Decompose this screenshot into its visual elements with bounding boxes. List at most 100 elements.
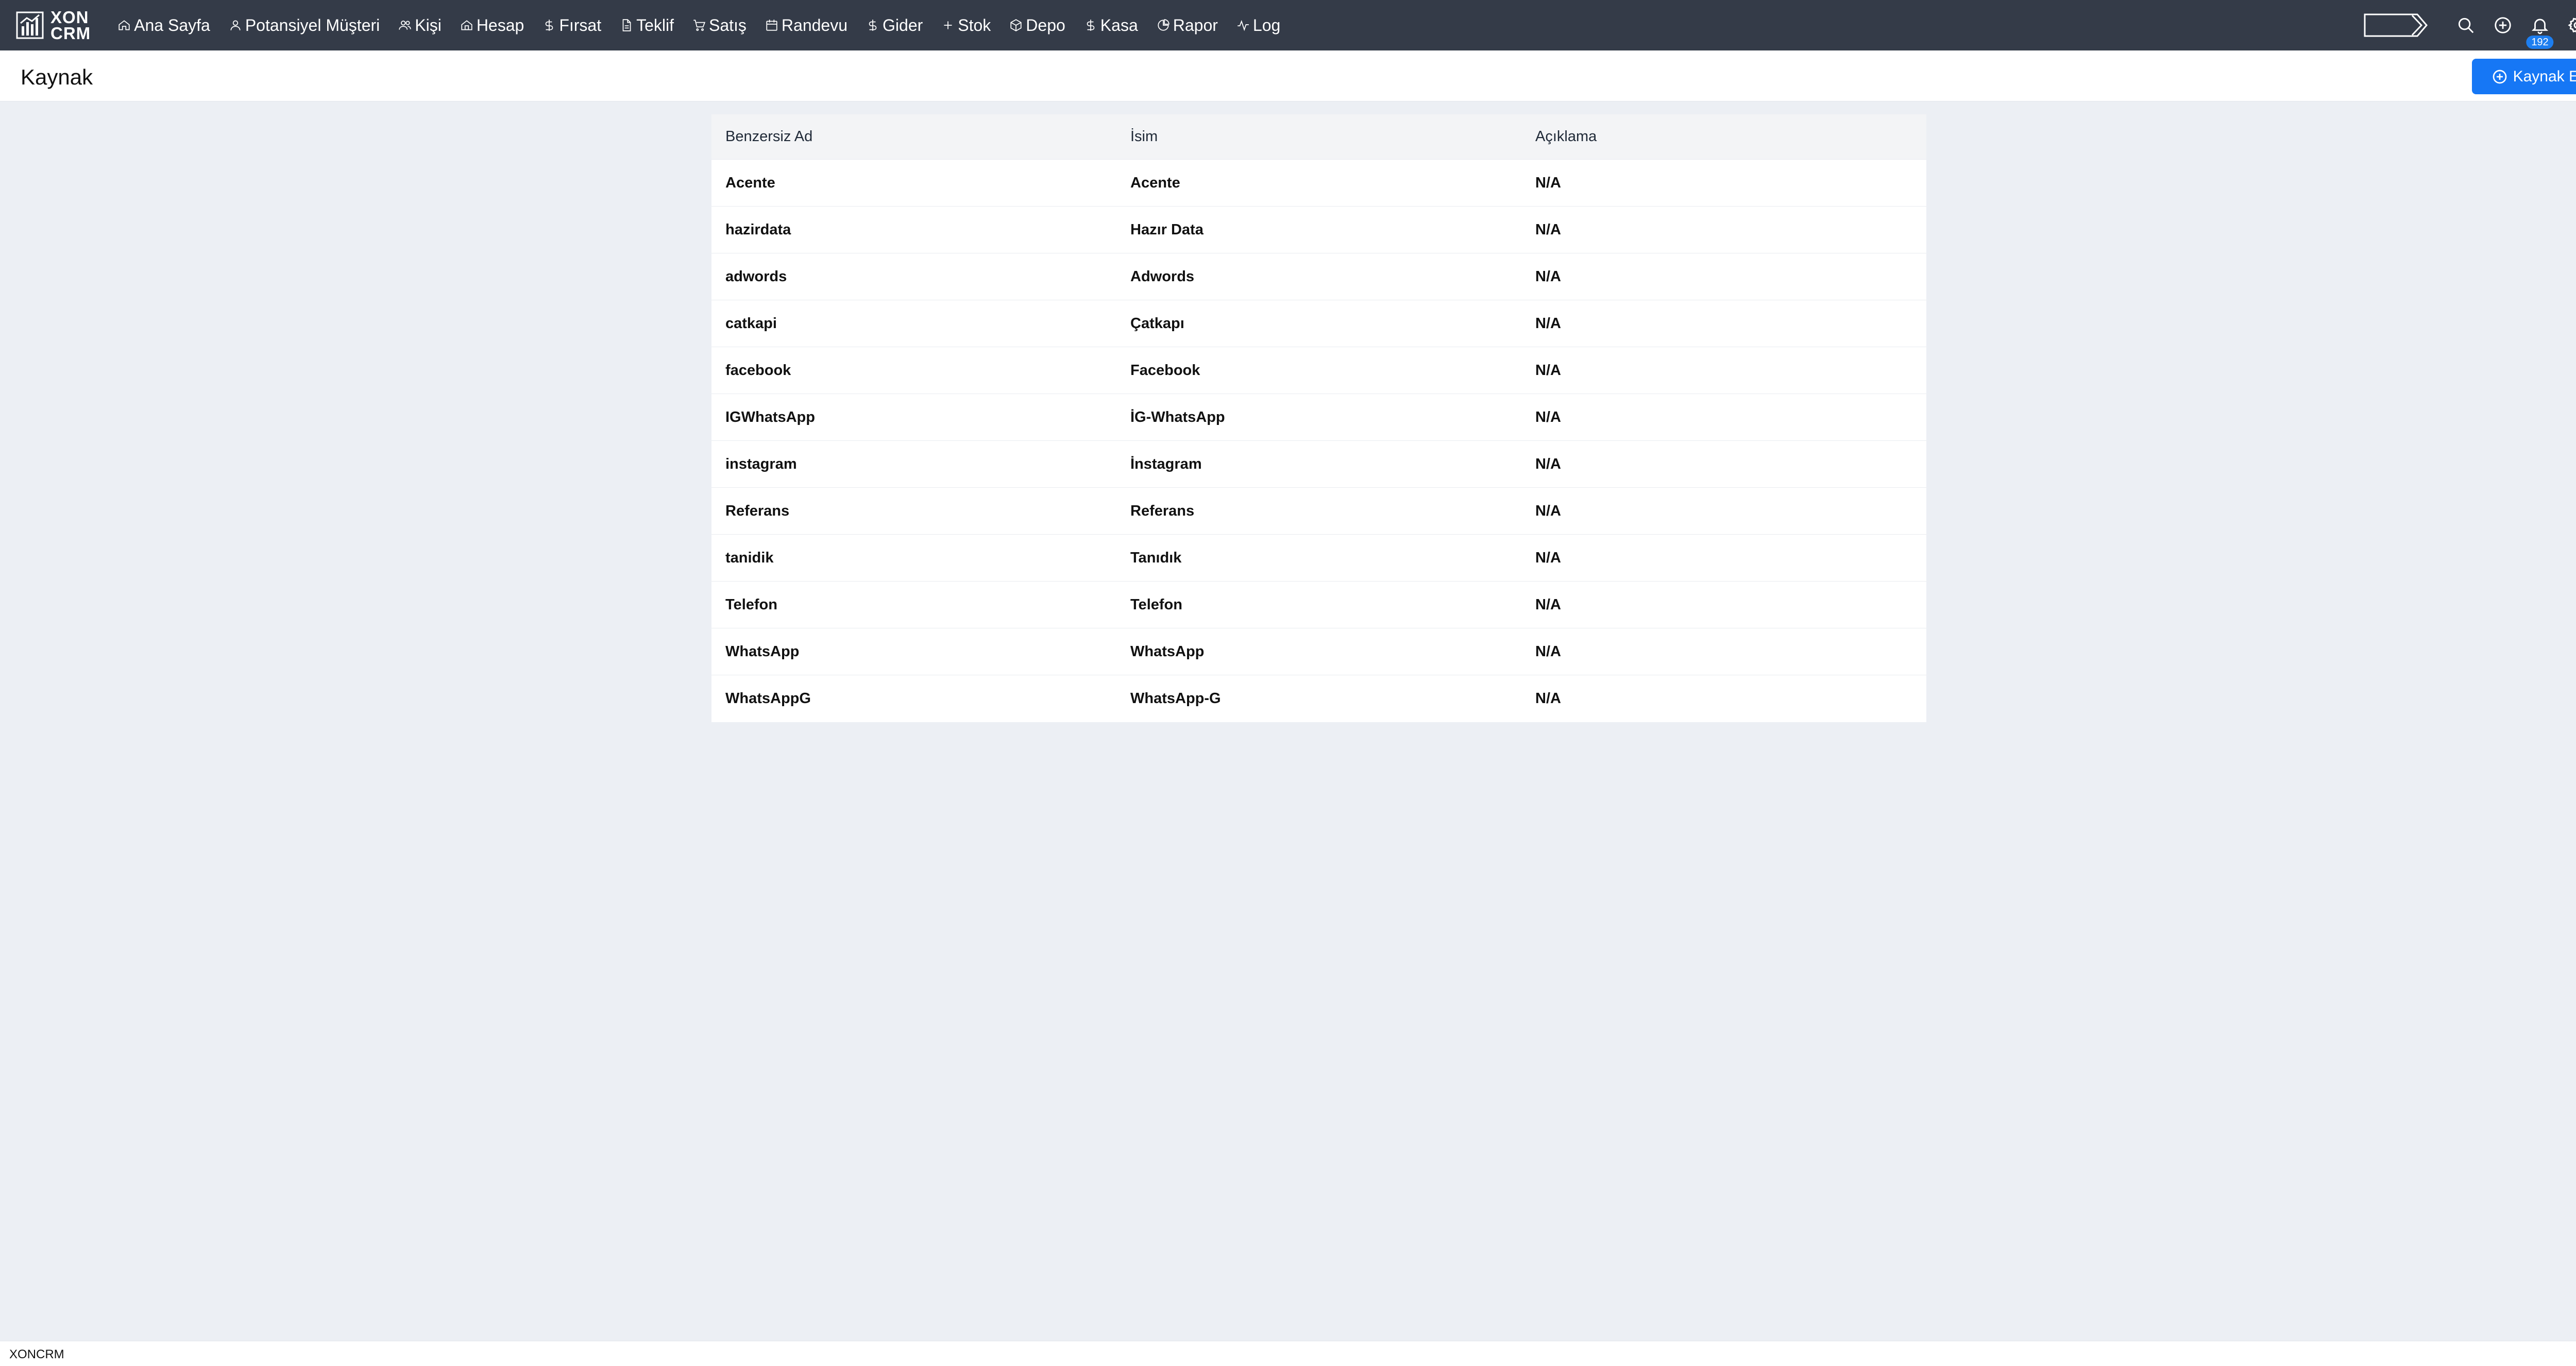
- plus-circle-icon: [2493, 70, 2506, 83]
- table-row[interactable]: Referans Referans N/A: [711, 488, 1926, 535]
- plus-circle-icon: [2495, 17, 2511, 33]
- cell-description: N/A: [1535, 408, 1561, 425]
- dollar-icon: [1087, 20, 1095, 31]
- source-table: Benzersiz Ad İsim Açıklama Acente Acente N…: [711, 114, 1926, 722]
- search-icon: [2458, 18, 2474, 33]
- cell-name: Adwords: [1130, 268, 1195, 285]
- page-header: Kaynak Kaynak Ekle: [0, 50, 2576, 101]
- cell-unique-name: WhatsApp: [725, 643, 800, 660]
- cell-description: N/A: [1535, 315, 1561, 332]
- nav-item-label: Potansiyel Müşteri: [245, 15, 380, 35]
- nav-item-depo[interactable]: Depo: [1009, 16, 1065, 35]
- nav-item-satış[interactable]: Satış: [692, 16, 747, 35]
- nav-item-gider[interactable]: Gider: [866, 16, 923, 35]
- settings-button[interactable]: [2558, 7, 2576, 44]
- cell-name: Facebook: [1130, 362, 1200, 379]
- notifications-button[interactable]: 192: [2521, 7, 2558, 49]
- top-navigation-bar: XON CRM Ana Sayfa Potansiyel Müşteri Kişi H…: [0, 0, 2576, 50]
- cell-unique-name: WhatsAppG: [725, 690, 811, 707]
- cell-name: Referans: [1130, 502, 1195, 519]
- cell-description: N/A: [1535, 502, 1561, 519]
- gear-icon: [2568, 18, 2576, 33]
- dollar-icon: [869, 20, 877, 31]
- quick-create-button[interactable]: [2484, 7, 2521, 44]
- footer: XONCRM: [0, 1341, 2576, 1366]
- users-icon: [399, 21, 411, 30]
- nav-item-potansiyel-müşteri[interactable]: Potansiyel Müşteri: [229, 16, 380, 35]
- arrow-tag-icon[interactable]: [2364, 13, 2428, 37]
- nav-item-label: Stok: [958, 15, 991, 35]
- table-row[interactable]: tanidik Tanıdık N/A: [711, 535, 1926, 582]
- table-row[interactable]: adwords Adwords N/A: [711, 253, 1926, 300]
- table-row[interactable]: IGWhatsApp İG-WhatsApp N/A: [711, 394, 1926, 441]
- cell-description: N/A: [1535, 221, 1561, 238]
- table-row[interactable]: WhatsAppG WhatsApp-G N/A: [711, 675, 1926, 722]
- table-row[interactable]: instagram İnstagram N/A: [711, 441, 1926, 488]
- nav-item-teklif[interactable]: Teklif: [620, 16, 674, 35]
- nav-item-label: Rapor: [1173, 15, 1218, 35]
- cell-unique-name: hazirdata: [725, 221, 791, 238]
- table-row[interactable]: Acente Acente N/A: [711, 160, 1926, 207]
- building-icon: [461, 20, 472, 30]
- activity-icon: [1238, 20, 1249, 31]
- cell-name: WhatsApp-G: [1130, 690, 1221, 707]
- table-row[interactable]: hazirdata Hazır Data N/A: [711, 207, 1926, 253]
- top-right-toolbar: 192: [2364, 0, 2576, 50]
- nav-item-stok[interactable]: Stok: [941, 16, 991, 35]
- table-row[interactable]: Telefon Telefon N/A: [711, 582, 1926, 628]
- user-icon: [230, 20, 241, 30]
- logo-chart-icon: [16, 11, 44, 39]
- nav-item-kasa[interactable]: Kasa: [1084, 16, 1138, 35]
- nav-item-label: Ana Sayfa: [134, 15, 210, 35]
- cell-description: N/A: [1535, 549, 1561, 566]
- bell-icon: [2531, 19, 2549, 35]
- cell-unique-name: facebook: [725, 362, 791, 379]
- chart-pie-icon: [1158, 19, 1170, 31]
- nav-item-label: Randevu: [781, 15, 848, 35]
- cell-unique-name: adwords: [725, 268, 787, 285]
- search-button[interactable]: [2447, 7, 2484, 44]
- column-header-name[interactable]: İsim: [1116, 128, 1521, 145]
- table-row[interactable]: facebook Facebook N/A: [711, 347, 1926, 394]
- nav-item-randevu[interactable]: Randevu: [765, 16, 848, 35]
- nav-item-label: Teklif: [636, 15, 674, 35]
- plus-icon: [944, 21, 952, 29]
- nav-item-hesap[interactable]: Hesap: [460, 16, 524, 35]
- cell-name: Acente: [1130, 174, 1180, 191]
- app-logo[interactable]: XON CRM: [15, 9, 91, 42]
- add-source-button[interactable]: Kaynak Ekle: [2472, 59, 2576, 94]
- column-header-description[interactable]: Açıklama: [1521, 128, 1926, 145]
- page-title: Kaynak: [21, 65, 93, 89]
- cell-unique-name: catkapi: [725, 315, 777, 332]
- nav-item-log[interactable]: Log: [1236, 16, 1280, 35]
- cell-name: Çatkapı: [1130, 315, 1184, 332]
- calendar-icon: [766, 20, 777, 31]
- nav-item-label: Kişi: [415, 15, 442, 35]
- box-icon: [1010, 19, 1022, 31]
- table-row[interactable]: catkapi Çatkapı N/A: [711, 300, 1926, 347]
- cell-name: Telefon: [1130, 596, 1182, 613]
- cell-name: İnstagram: [1130, 455, 1202, 472]
- cell-name: Tanıdık: [1130, 549, 1182, 566]
- cell-unique-name: IGWhatsApp: [725, 408, 815, 425]
- cell-name: Hazır Data: [1130, 221, 1204, 238]
- cell-description: N/A: [1535, 268, 1561, 285]
- nav-item-label: Fırsat: [559, 15, 602, 35]
- notification-count-badge: 192: [2526, 36, 2554, 49]
- cell-unique-name: Acente: [725, 174, 775, 191]
- table-row[interactable]: WhatsApp WhatsApp N/A: [711, 628, 1926, 675]
- nav-item-label: Hesap: [476, 15, 524, 35]
- cell-name: İG-WhatsApp: [1130, 408, 1225, 425]
- dollar-icon: [545, 20, 553, 31]
- nav-item-fırsat[interactable]: Fırsat: [543, 16, 601, 35]
- home-icon: [118, 20, 130, 30]
- nav-item-ana-sayfa[interactable]: Ana Sayfa: [117, 16, 210, 35]
- nav-item-rapor[interactable]: Rapor: [1157, 16, 1218, 35]
- table-header-row: Benzersiz Ad İsim Açıklama: [711, 114, 1926, 160]
- cell-unique-name: Referans: [725, 502, 790, 519]
- nav-item-kişi[interactable]: Kişi: [398, 16, 442, 35]
- cell-unique-name: Telefon: [725, 596, 777, 613]
- cell-description: N/A: [1535, 690, 1561, 707]
- cell-description: N/A: [1535, 455, 1561, 472]
- column-header-unique-name[interactable]: Benzersiz Ad: [711, 128, 1116, 145]
